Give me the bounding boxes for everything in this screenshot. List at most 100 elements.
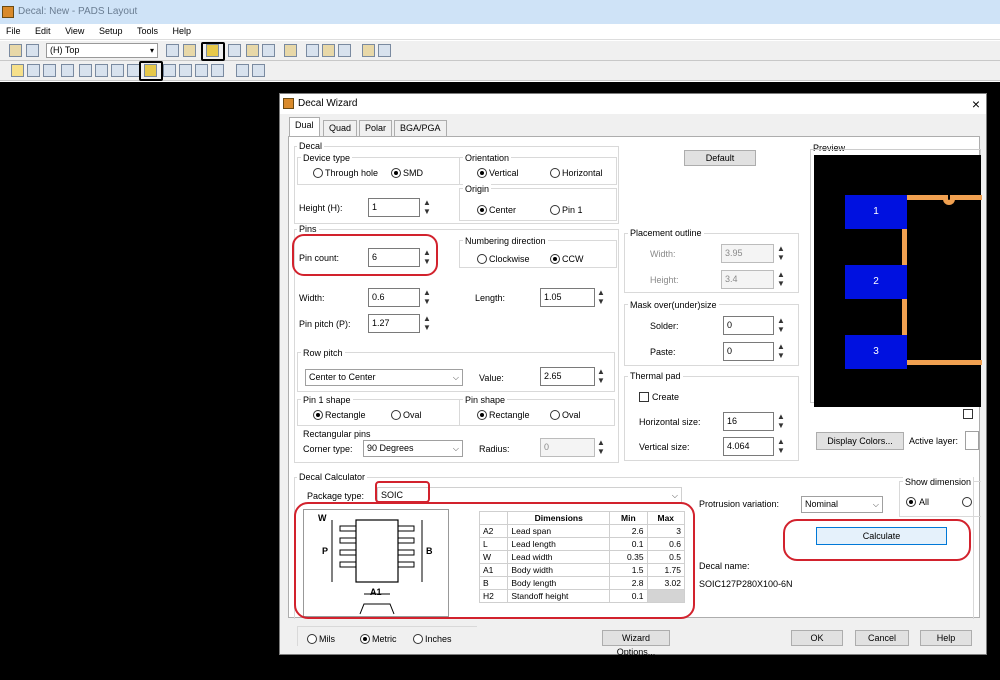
center-radio[interactable] <box>477 205 487 215</box>
outline-height-input[interactable]: 3.4 <box>721 270 774 289</box>
redraw-icon[interactable] <box>183 44 196 57</box>
assign-icon[interactable] <box>163 64 176 77</box>
pick-icon[interactable] <box>338 44 351 57</box>
height-spinner[interactable]: ▲ ▼ <box>422 198 432 217</box>
pin-oval-radio[interactable] <box>550 410 560 420</box>
width-label: Width: <box>299 293 325 303</box>
pin-pitch-spinner[interactable]: ▲ ▼ <box>422 314 432 333</box>
2d-line-icon[interactable] <box>79 64 92 77</box>
preview-pad-3: 3 <box>845 335 907 369</box>
row-pitch-value-input[interactable]: 2.65 <box>540 367 595 386</box>
vertical-size-spinner[interactable]: ▲ ▼ <box>776 437 786 456</box>
menu-file[interactable]: File <box>0 24 27 38</box>
menu-view[interactable]: View <box>59 24 90 38</box>
query-icon[interactable] <box>306 44 319 57</box>
step-icon[interactable] <box>179 64 192 77</box>
outline-width-input[interactable]: 3.95 <box>721 244 774 263</box>
show-dim-radio-2[interactable] <box>962 497 972 507</box>
outline-width-spinner[interactable]: ▲ ▼ <box>776 244 786 263</box>
horizontal-radio[interactable] <box>550 168 560 178</box>
menu-edit[interactable]: Edit <box>29 24 57 38</box>
inches-radio[interactable] <box>413 634 423 644</box>
redo-icon[interactable] <box>262 44 275 57</box>
row-pitch-select[interactable]: Center to Center ⌵ <box>305 369 463 386</box>
protrusion-select[interactable]: Nominal ⌵ <box>801 496 883 513</box>
select-arrow-icon[interactable] <box>11 64 24 77</box>
mils-radio[interactable] <box>307 634 317 644</box>
pin-pitch-input[interactable]: 1.27 <box>368 314 420 333</box>
menu-help[interactable]: Help <box>167 24 198 38</box>
pin1-rectangle-radio[interactable] <box>313 410 323 420</box>
through-hole-radio[interactable] <box>313 168 323 178</box>
solder-spinner[interactable]: ▲ ▼ <box>776 316 786 335</box>
help-button[interactable]: Help <box>920 630 972 646</box>
vertical-size-input[interactable]: 4.064 <box>723 437 774 456</box>
properties-icon[interactable] <box>228 44 241 57</box>
terminal-icon[interactable] <box>27 64 40 77</box>
wizard-options-button[interactable]: Wizard Options... <box>602 630 670 657</box>
text-icon[interactable] <box>61 64 74 77</box>
show-all-radio[interactable] <box>906 497 916 507</box>
width-spinner[interactable]: ▲ ▼ <box>422 288 432 307</box>
wizard-pad-icon[interactable] <box>43 64 56 77</box>
layer-setup-icon[interactable] <box>166 44 179 57</box>
tab-polar[interactable]: Polar <box>359 120 393 136</box>
vertical-radio[interactable] <box>477 168 487 178</box>
through-hole-label: Through hole <box>325 168 379 178</box>
zoom-icon[interactable] <box>284 44 297 57</box>
clockwise-radio[interactable] <box>477 254 487 264</box>
length-input[interactable]: 1.05 <box>540 288 595 307</box>
create-thermal-checkbox[interactable] <box>639 392 649 402</box>
default-button[interactable]: Default <box>684 150 756 166</box>
smd-label: SMD <box>403 168 423 178</box>
copper-icon[interactable] <box>95 64 108 77</box>
solder-input[interactable]: 0 <box>723 316 774 335</box>
thermal-pad-label: Thermal pad <box>628 371 683 381</box>
horizontal-size-spinner[interactable]: ▲ ▼ <box>776 412 786 431</box>
open-icon[interactable] <box>9 44 22 57</box>
move-icon[interactable] <box>195 64 208 77</box>
app-title: Decal: New - PADS Layout <box>18 6 138 17</box>
active-layer-select[interactable] <box>965 431 979 450</box>
pin1-radio[interactable] <box>550 205 560 215</box>
tab-dual[interactable]: Dual <box>289 117 320 137</box>
radius-input[interactable]: 0 <box>540 438 595 457</box>
radius-spinner[interactable]: ▲ ▼ <box>596 438 606 457</box>
cancel-button[interactable]: Cancel <box>855 630 909 646</box>
pin1-rectangle-label: Rectangle <box>325 410 366 420</box>
ccw-radio[interactable] <box>550 254 560 264</box>
length-spinner[interactable]: ▲ ▼ <box>596 288 606 307</box>
tab-quad[interactable]: Quad <box>323 120 358 136</box>
paste-spinner[interactable]: ▲ ▼ <box>776 342 786 361</box>
protrusion-value: Nominal <box>805 499 839 509</box>
pick-icon-2[interactable] <box>252 64 265 77</box>
horizontal-size-input[interactable]: 16 <box>723 412 774 431</box>
report-icon[interactable] <box>362 44 375 57</box>
close-icon[interactable]: × <box>972 95 980 113</box>
corner-type-select[interactable]: 90 Degrees ⌵ <box>363 440 463 457</box>
pin-rectangle-radio[interactable] <box>477 410 487 420</box>
save-icon[interactable] <box>26 44 39 57</box>
row-pitch-spinner[interactable]: ▲ ▼ <box>596 367 606 386</box>
preview-option-checkbox[interactable] <box>963 409 973 419</box>
smd-radio[interactable] <box>391 168 401 178</box>
query-icon-2[interactable] <box>236 64 249 77</box>
row-pitch-label: Row pitch <box>301 348 345 358</box>
menu-tools[interactable]: Tools <box>131 24 164 38</box>
pin1-oval-radio[interactable] <box>391 410 401 420</box>
window-icon[interactable] <box>378 44 391 57</box>
undo-icon[interactable] <box>246 44 259 57</box>
ok-button[interactable]: OK <box>791 630 843 646</box>
list-icon[interactable] <box>211 64 224 77</box>
outline-height-spinner[interactable]: ▲ ▼ <box>776 270 786 289</box>
menu-setup[interactable]: Setup <box>93 24 129 38</box>
width-input[interactable]: 0.6 <box>368 288 420 307</box>
filter-icon[interactable] <box>322 44 335 57</box>
paste-input[interactable]: 0 <box>723 342 774 361</box>
height-input[interactable]: 1 <box>368 198 420 217</box>
layer-select[interactable]: (H) Top ▾ <box>46 43 158 58</box>
keepout-icon[interactable] <box>111 64 124 77</box>
display-colors-button[interactable]: Display Colors... <box>816 432 904 450</box>
tab-bga-pga[interactable]: BGA/PGA <box>394 120 447 136</box>
metric-radio[interactable] <box>360 634 370 644</box>
